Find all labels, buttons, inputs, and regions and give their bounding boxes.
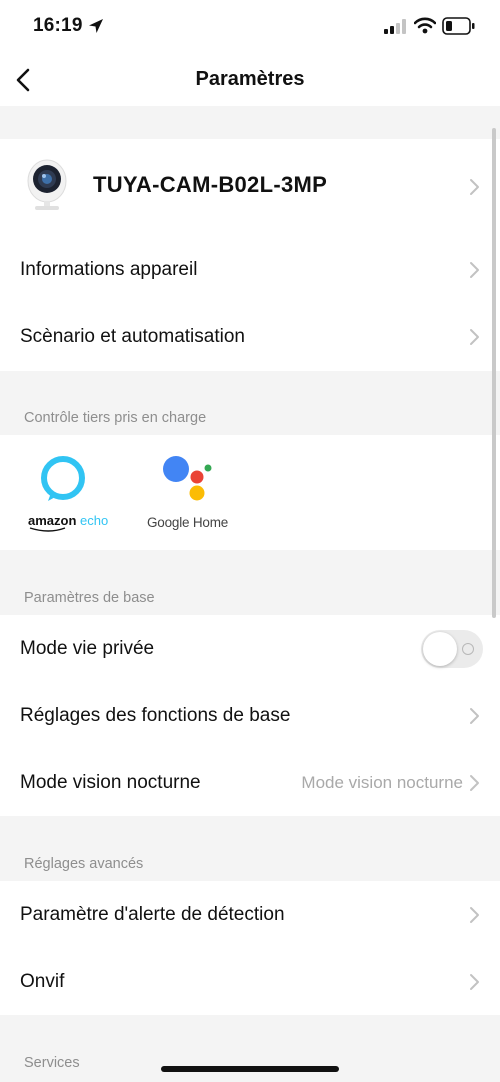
device-section: TUYA-CAM-B02L-3MP Informations appareil … <box>0 139 500 371</box>
chevron-right-icon <box>470 906 479 923</box>
row-label: Onvif <box>20 970 65 992</box>
toggle-knob <box>423 631 457 666</box>
toggle-off-indicator <box>462 642 474 655</box>
cellular-signal-icon <box>384 19 406 34</box>
google-home-item[interactable]: Google Home <box>142 453 242 533</box>
chevron-right-icon <box>470 328 479 345</box>
section-header-advanced: Réglages avancés <box>24 856 144 872</box>
section-header-services: Services <box>24 1055 80 1071</box>
chevron-right-icon <box>470 774 479 791</box>
row-scenario-automation[interactable]: Scènario et automatisation <box>0 303 500 370</box>
third-party-section: amazon echo Google Home <box>0 435 500 550</box>
amazon-echo-label: amazon echo <box>28 513 108 528</box>
privacy-mode-toggle[interactable] <box>421 629 483 668</box>
battery-icon <box>442 17 475 35</box>
row-label: Mode vision nocturne <box>20 771 201 793</box>
row-detection-alert[interactable]: Paramètre d'alerte de détection <box>0 881 500 948</box>
scrollbar[interactable] <box>492 128 496 618</box>
basic-settings-section: Mode vie privée Réglages des fonctions d… <box>0 615 500 816</box>
google-assistant-icon <box>163 456 212 501</box>
alexa-icon <box>41 456 85 501</box>
amazon-brand-text: amazon <box>28 513 77 528</box>
chevron-right-icon <box>470 707 479 724</box>
wifi-icon <box>414 17 436 34</box>
row-device-info[interactable]: Informations appareil <box>0 236 500 303</box>
location-arrow-icon <box>89 19 103 33</box>
device-name: TUYA-CAM-B02L-3MP <box>93 172 328 197</box>
navigation-bar: Paramètres <box>0 54 500 106</box>
row-label: Mode vie privée <box>20 637 155 659</box>
echo-product-text: echo <box>80 513 109 528</box>
chevron-right-icon <box>470 179 479 195</box>
row-label: Réglages des fonctions de base <box>20 704 291 726</box>
status-time: 16:19 <box>33 15 83 36</box>
advanced-settings-section: Paramètre d'alerte de détection Onvif <box>0 881 500 1015</box>
row-label: Informations appareil <box>20 258 198 280</box>
amazon-smile-icon <box>29 527 66 532</box>
amazon-echo-item[interactable]: amazon echo <box>22 453 112 533</box>
status-bar: 16:19 <box>0 0 500 54</box>
row-basic-functions[interactable]: Réglages des fonctions de base <box>0 682 500 749</box>
row-onvif[interactable]: Onvif <box>0 948 500 1015</box>
section-header-basic: Paramètres de base <box>24 590 155 606</box>
device-row[interactable]: TUYA-CAM-B02L-3MP <box>0 139 500 235</box>
row-label: Scènario et automatisation <box>20 325 245 347</box>
night-vision-value: Mode vision nocturne <box>301 772 463 792</box>
home-indicator[interactable] <box>161 1066 339 1072</box>
chevron-right-icon <box>470 261 479 278</box>
camera-icon <box>27 159 67 210</box>
page-title: Paramètres <box>195 68 305 90</box>
google-home-label: Google Home <box>147 515 229 530</box>
row-label: Paramètre d'alerte de détection <box>20 903 285 925</box>
row-privacy-mode: Mode vie privée <box>0 615 500 682</box>
chevron-right-icon <box>470 973 479 990</box>
row-night-vision[interactable]: Mode vision nocturne Mode vision nocturn… <box>0 749 500 816</box>
section-header-third-party: Contrôle tiers pris en charge <box>24 410 207 426</box>
